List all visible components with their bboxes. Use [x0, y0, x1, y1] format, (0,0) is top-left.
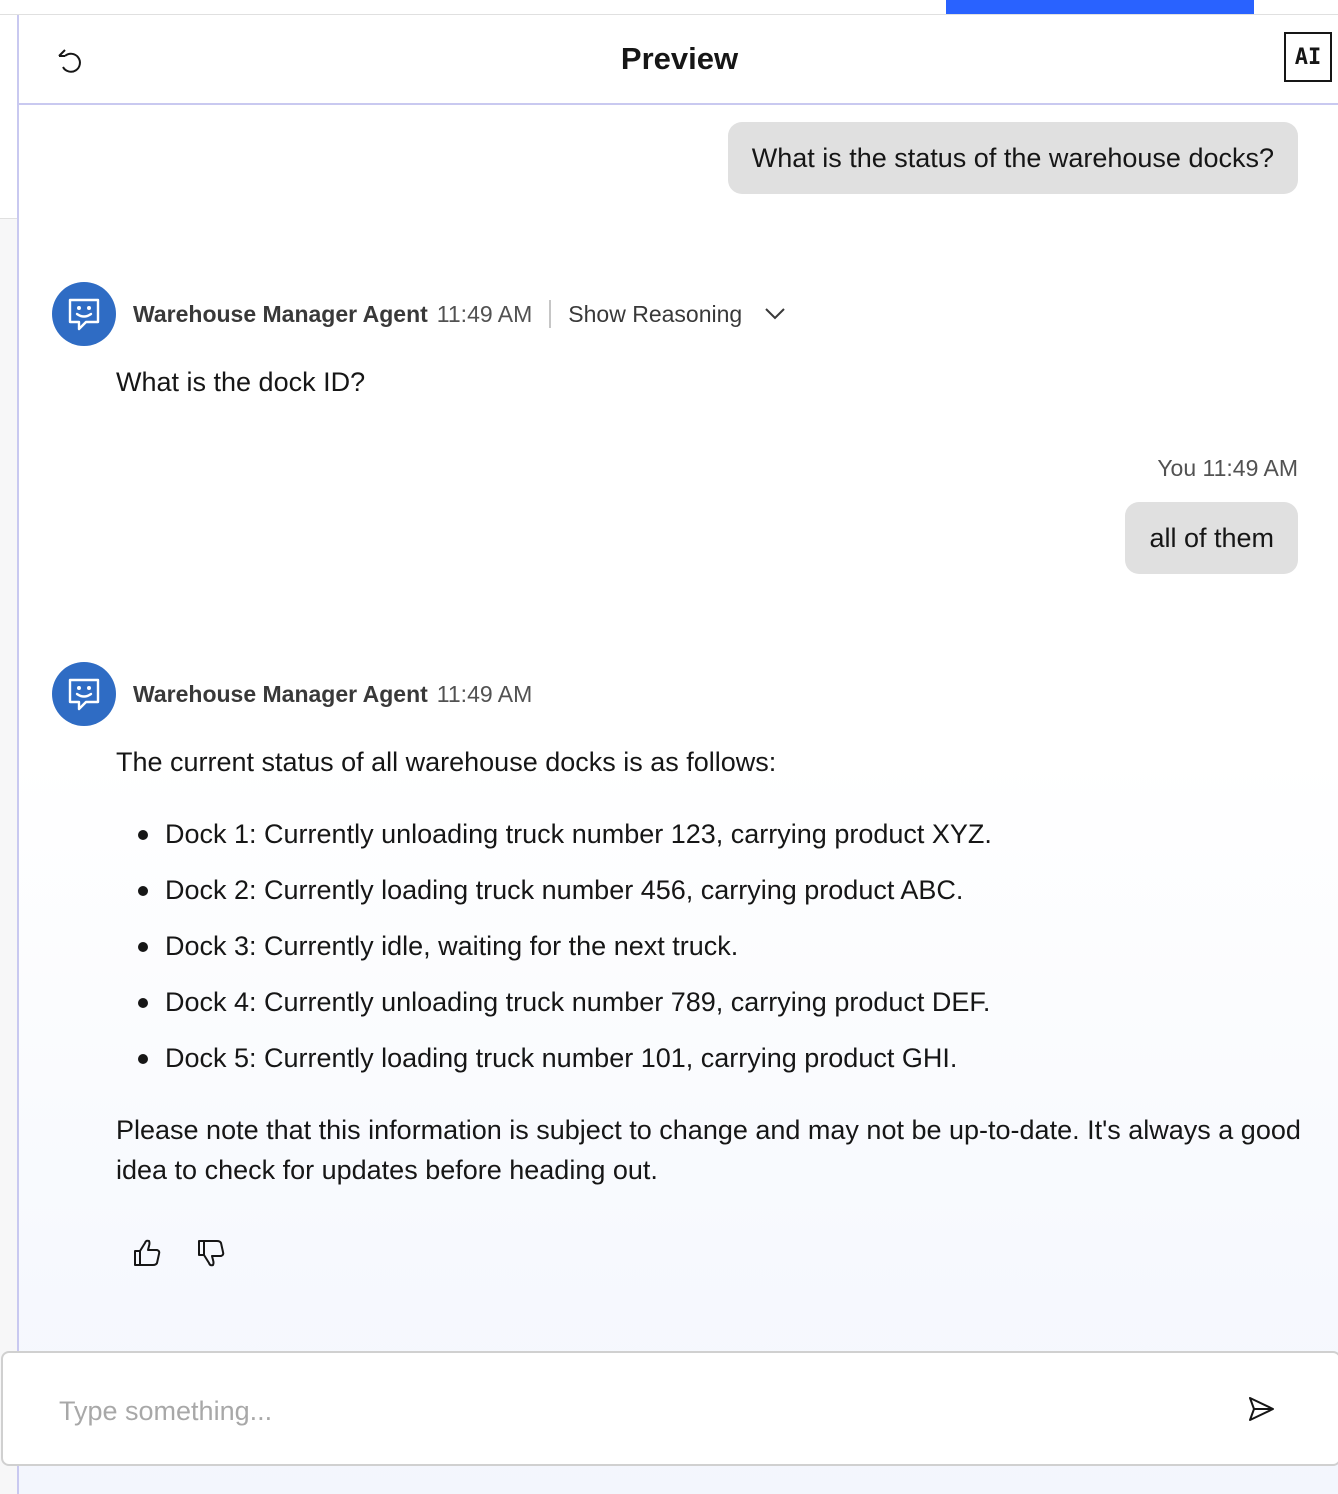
message-composer — [1, 1351, 1338, 1466]
user-message-bubble: What is the status of the warehouse dock… — [727, 122, 1298, 194]
message-timestamp: 11:49 AM — [436, 300, 533, 327]
show-reasoning-toggle[interactable]: Show Reasoning — [568, 301, 786, 328]
agent-avatar — [52, 662, 116, 726]
left-gutter-top — [0, 15, 17, 219]
feedback-controls — [129, 1235, 229, 1271]
active-tab-indicator — [946, 0, 1254, 14]
thumbs-down-button[interactable] — [193, 1235, 229, 1271]
agent-name: Warehouse Manager Agent — [133, 300, 428, 327]
left-gutter — [0, 15, 17, 1494]
thumbs-up-icon — [134, 1239, 161, 1266]
list-item: Dock 5: Currently loading truck number 1… — [116, 1038, 1316, 1094]
message-timestamp: 11:49 AM — [436, 680, 533, 707]
user-message-bubble: all of them — [1125, 502, 1298, 574]
agent-name: Warehouse Manager Agent — [133, 680, 428, 707]
meta-divider — [549, 300, 552, 328]
list-item: Dock 1: Currently unloading truck number… — [116, 814, 1316, 870]
preview-header: Preview AI — [19, 15, 1338, 105]
chat-bot-icon — [68, 298, 100, 331]
agent-avatar — [52, 282, 116, 346]
agent-message-header: Warehouse Manager Agent 11:49 AM Show Re… — [52, 282, 786, 346]
agent-message-header: Warehouse Manager Agent 11:49 AM — [52, 662, 532, 726]
user-message-meta: You 11:49 AM — [1157, 455, 1298, 481]
agent-message-intro: The current status of all warehouse dock… — [116, 747, 777, 777]
page-title: Preview — [620, 41, 739, 76]
show-reasoning-label: Show Reasoning — [568, 300, 743, 327]
agent-message-body: The current status of all warehouse dock… — [116, 742, 1316, 1190]
list-item: Dock 2: Currently loading truck number 4… — [116, 870, 1316, 926]
send-icon — [1249, 1397, 1274, 1421]
dock-status-list: Dock 1: Currently unloading truck number… — [116, 814, 1316, 1094]
agent-message-note: Please note that this information is sub… — [116, 1115, 1301, 1185]
list-item: Dock 3: Currently idle, waiting for the … — [116, 926, 1316, 982]
chat-bot-icon — [68, 678, 100, 711]
chevron-down-icon — [764, 307, 786, 321]
send-button[interactable] — [1243, 1391, 1279, 1427]
message-input[interactable] — [59, 1387, 1209, 1435]
preview-panel: Preview AI What is the status of the war… — [17, 15, 1338, 1494]
thumbs-down-icon — [198, 1240, 225, 1267]
agent-message-text: What is the dock ID? — [116, 367, 366, 397]
ai-badge[interactable]: AI — [1284, 32, 1332, 82]
thumbs-up-button[interactable] — [129, 1235, 165, 1271]
list-item: Dock 4: Currently unloading truck number… — [116, 982, 1316, 1038]
